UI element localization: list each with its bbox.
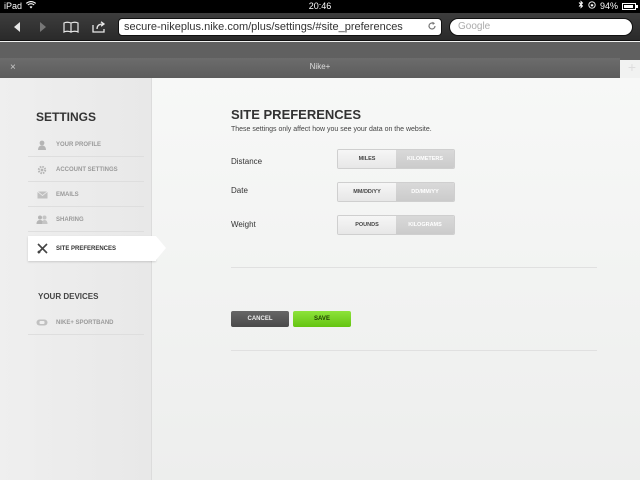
sidebar-item-label: YOUR PROFILE: [56, 141, 102, 148]
weight-option-kilograms[interactable]: KILOGRAMS: [396, 216, 454, 234]
status-bar: iPad 20:46 94%: [0, 0, 640, 13]
lock-rotation-icon: [588, 0, 596, 13]
date-label: Date: [231, 186, 248, 195]
distance-label: Distance: [231, 157, 263, 166]
distance-toggle: MILES KILOMETERS: [337, 149, 455, 169]
weight-option-pounds[interactable]: POUNDS: [338, 216, 396, 234]
sidebar-item-label: SHARING: [56, 216, 84, 223]
page-content: SETTINGS YOUR PROFILE ACCOUNT SETTINGS E…: [0, 78, 640, 480]
devices-title: YOUR DEVICES: [38, 292, 99, 301]
page-subtitle: These settings only affect how you see y…: [231, 126, 432, 133]
distance-option-kilometers[interactable]: KILOMETERS: [396, 150, 454, 168]
gear-icon: [31, 165, 53, 175]
battery-percent: 94%: [599, 1, 618, 11]
battery-icon: [622, 3, 638, 10]
sidebar-item-label: EMAILS: [56, 191, 79, 198]
divider: [231, 267, 597, 268]
sidebar-item-label: NIKE+ SPORTBAND: [56, 319, 114, 326]
sidebar-item-site-preferences[interactable]: SITE PREFERENCES: [28, 236, 166, 261]
search-input[interactable]: Google: [449, 18, 633, 36]
sportband-icon: [31, 319, 53, 326]
sidebar-item-your-profile[interactable]: YOUR PROFILE: [28, 133, 144, 157]
clock: 20:46: [308, 1, 332, 11]
tools-icon: [31, 243, 53, 254]
date-toggle: MM/DD/YY DD/MM/YY: [337, 182, 455, 202]
divider: [231, 350, 597, 351]
share-icon[interactable]: [90, 18, 108, 36]
sidebar-title: SETTINGS: [36, 110, 97, 124]
save-button[interactable]: SAVE: [293, 311, 351, 327]
weight-label: Weight: [231, 220, 256, 229]
add-tab-icon[interactable]: +: [628, 60, 636, 74]
people-icon: [31, 215, 53, 224]
sidebar-item-label: ACCOUNT SETTINGS: [56, 166, 118, 173]
distance-option-miles[interactable]: MILES: [338, 150, 396, 168]
browser-toolbar: secure-nikeplus.nike.com/plus/settings/#…: [0, 13, 640, 41]
search-placeholder: Google: [458, 21, 491, 32]
sidebar-item-nike-sportband[interactable]: NIKE+ SPORTBAND: [28, 311, 144, 335]
sidebar-item-emails[interactable]: EMAILS: [28, 183, 144, 207]
back-arrow-icon[interactable]: [8, 18, 26, 36]
url-field[interactable]: secure-nikeplus.nike.com/plus/settings/#…: [118, 18, 442, 36]
url-text: secure-nikeplus.nike.com/plus/settings/#…: [124, 21, 403, 33]
reload-icon[interactable]: [427, 20, 437, 36]
tab-title: Nike+: [309, 62, 331, 71]
settings-sidebar: SETTINGS YOUR PROFILE ACCOUNT SETTINGS E…: [0, 78, 166, 480]
weight-toggle: POUNDS KILOGRAMS: [337, 215, 455, 235]
date-option-mm-dd-yy[interactable]: MM/DD/YY: [338, 183, 396, 201]
envelope-icon: [31, 190, 53, 199]
date-option-dd-mm-yy[interactable]: DD/MM/YY: [396, 183, 454, 201]
forward-arrow-icon[interactable]: [34, 18, 52, 36]
sidebar-item-label: SITE PREFERENCES: [56, 245, 117, 252]
bookmarks-icon[interactable]: [62, 18, 80, 36]
sidebar-item-account-settings[interactable]: ACCOUNT SETTINGS: [28, 158, 144, 182]
bluetooth-icon: [578, 0, 584, 13]
person-icon: [31, 140, 53, 150]
sidebar-item-sharing[interactable]: SHARING: [28, 208, 144, 232]
cancel-button[interactable]: CANCEL: [231, 311, 289, 327]
page-title: SITE PREFERENCES: [231, 107, 362, 122]
